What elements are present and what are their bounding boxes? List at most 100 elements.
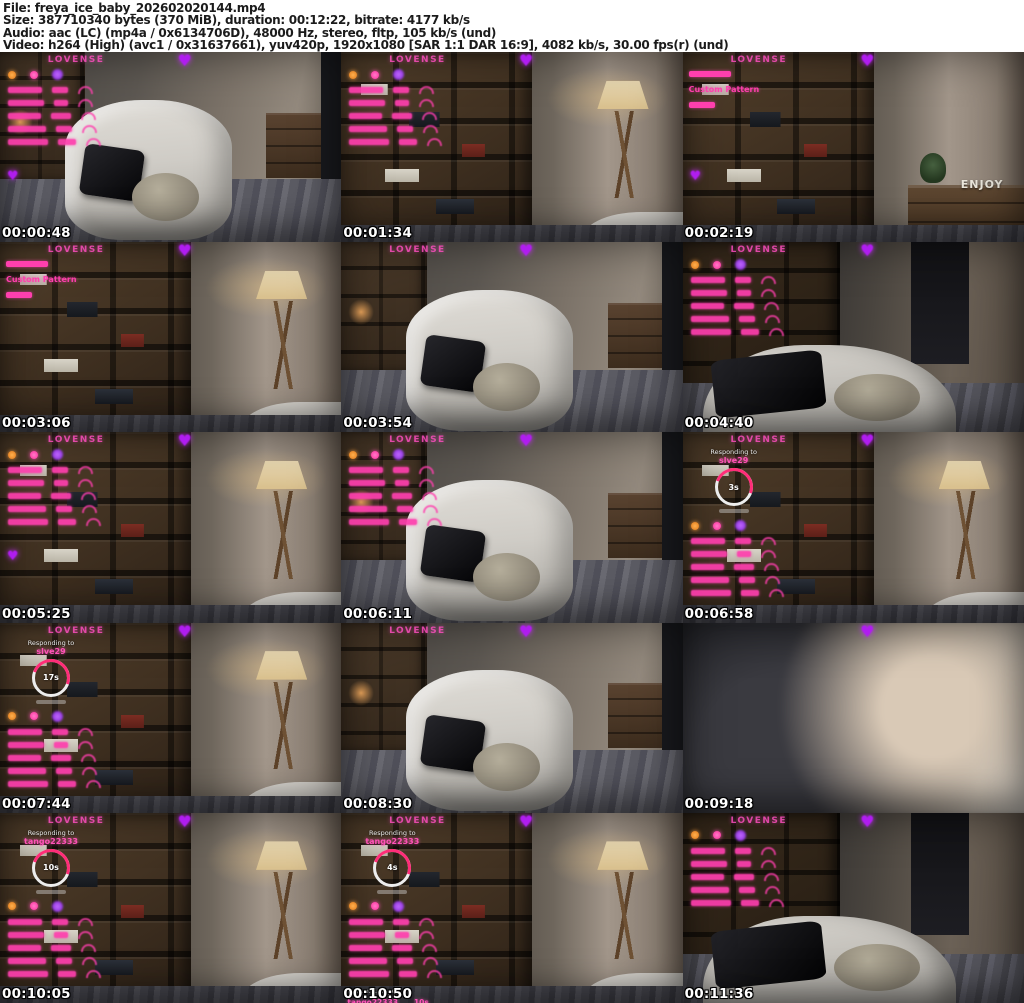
stream-overlay: Responding to tango22333 10s — [4, 828, 161, 978]
video-thumbnail[interactable]: ENJOYLOVENSE♥00:11:36 — [682, 812, 1024, 1003]
tip-menu-row — [690, 589, 844, 598]
tip-level-bar — [8, 944, 41, 951]
orange-dot-icon — [8, 70, 16, 79]
timestamp-label: 00:04:40 — [684, 415, 754, 432]
pink-dot-icon — [30, 902, 38, 911]
tip-level-bar — [8, 970, 48, 977]
orange-dot-icon — [690, 831, 699, 840]
tip-menu-row — [8, 727, 161, 736]
tip-level-bar — [8, 741, 44, 748]
tip-option-bar — [688, 71, 731, 77]
tip-amount-bar — [56, 957, 72, 964]
response-timer: Responding to tango22333 4s — [353, 829, 431, 894]
tip-amount-bar — [52, 728, 68, 735]
tip-menu-row — [690, 550, 844, 559]
stream-overlay: Custom Pattern — [4, 257, 161, 299]
video-thumbnail[interactable]: ENJOYLOVENSE♥00:06:11 — [341, 432, 683, 623]
video-thumbnail[interactable]: ENJOYLOVENSE♥00:08:30 — [341, 622, 683, 813]
tip-amount-bar — [52, 918, 68, 925]
tip-amount-bar — [736, 860, 751, 867]
tip-amount-bar — [733, 873, 754, 880]
vibration-wave-icon — [760, 276, 776, 285]
video-thumbnail[interactable]: ENJOYLOVENSE♥♥00:00:48 — [0, 52, 342, 243]
tip-menu-row — [8, 138, 161, 146]
custom-pattern-label: Custom Pattern — [688, 85, 760, 94]
video-thumbnail[interactable]: ENJOYLOVENSE♥Custom Pattern00:03:06 — [0, 242, 342, 433]
timer-ring-arc — [708, 462, 759, 513]
tip-amount-bar — [395, 931, 410, 938]
stream-overlay: Responding to slve29 3s — [687, 447, 844, 598]
tip-level-bar — [690, 551, 727, 558]
video-thumbnail[interactable]: ENJOYLOVENSE♥00:01:34 — [341, 52, 683, 243]
tip-menu-row — [690, 859, 844, 868]
tip-menu-icons — [690, 259, 844, 271]
orange-dot-icon — [8, 712, 16, 721]
video-thumbnail[interactable]: ENJOYLOVENSE♥Responding totango223334sQu… — [341, 812, 683, 1003]
tip-amount-bar — [56, 126, 72, 132]
lamp-tripod — [262, 301, 304, 389]
timer-caption — [36, 889, 66, 894]
vibration-wave-icon — [78, 727, 93, 736]
tip-amount-bar — [397, 506, 414, 513]
tip-level-bar — [8, 728, 42, 735]
tip-amount-bar — [399, 139, 418, 145]
vibration-wave-icon — [423, 956, 439, 965]
video-thumbnail[interactable]: ENJOYLOVENSE♥Responding toslve293s00:06:… — [682, 432, 1024, 623]
tip-amount-bar — [393, 467, 410, 474]
curtain — [320, 52, 342, 189]
stream-overlay: Custom Pattern — [687, 67, 844, 108]
timestamp-label: 00:10:50 — [343, 985, 413, 1002]
lovense-watermark: LOVENSE — [389, 435, 446, 446]
tip-level-bar — [8, 126, 46, 132]
heart-icon: ♥ — [518, 242, 534, 261]
lamp-tripod — [604, 871, 646, 960]
video-thumbnail[interactable]: ENJOYLOVENSE♥Responding totango2233310s0… — [0, 812, 342, 1003]
stream-overlay: Responding to tango22333 4s Queue: 1 tipper… — [345, 828, 502, 1003]
tip-level-bar — [690, 538, 725, 545]
tip-menu-row — [690, 563, 844, 572]
vibration-wave-icon — [422, 943, 438, 952]
tip-amount-bar — [54, 480, 68, 487]
tip-menu-row — [349, 956, 502, 965]
enjoy-sign: ENJOY — [960, 177, 1004, 191]
tip-level-bar — [690, 316, 729, 323]
tip-options-overlay: Custom Pattern — [688, 71, 844, 108]
vibration-wave-icon — [764, 576, 780, 585]
tip-option-bar — [6, 292, 32, 299]
video-thumbnail[interactable]: ENJOYLOVENSE♥Responding toslve2917s00:07… — [0, 622, 342, 813]
tip-menu-row — [690, 289, 844, 298]
video-thumbnail[interactable]: ENJOYLOVENSE♥♥00:05:25 — [0, 432, 342, 623]
tip-level-bar — [8, 519, 48, 526]
video-thumbnail[interactable]: ENJOYLOVENSE♥00:03:54 — [341, 242, 683, 433]
tip-amount-bar — [51, 493, 71, 500]
tip-amount-bar — [736, 551, 751, 558]
video-thumbnail[interactable]: ENJOY LOVENSE ♥ ♥ Custom Pattern 00:02:19 — [682, 52, 1024, 243]
stream-overlay — [345, 67, 502, 146]
vibration-wave-icon — [422, 112, 438, 120]
vibration-wave-icon — [81, 943, 96, 952]
video-thumbnail[interactable]: ENJOY♥00:09:18 — [682, 622, 1024, 813]
beige-cushion — [473, 743, 540, 792]
tip-amount-bar — [395, 100, 410, 106]
tip-option-bar — [688, 102, 715, 108]
vibration-wave-icon — [419, 479, 435, 488]
tip-menu-row — [8, 969, 161, 978]
tip-menu-row — [8, 99, 161, 107]
lamp-tripod — [604, 110, 646, 199]
tip-menu-row — [690, 846, 844, 855]
stream-overlay — [4, 447, 161, 527]
video-thumbnail[interactable]: ENJOYLOVENSE♥00:04:40 — [682, 242, 1024, 433]
tip-level-bar — [8, 480, 44, 487]
vibration-wave-icon — [78, 917, 93, 926]
tip-menu-icons — [8, 449, 161, 461]
tip-level-bar — [690, 590, 731, 597]
tip-menu-row — [8, 479, 161, 488]
tip-level-bar — [690, 277, 725, 284]
curtain — [911, 812, 970, 935]
beige-cushion — [834, 944, 921, 992]
lamp-glow — [348, 679, 375, 706]
lovense-watermark: LOVENSE — [730, 245, 788, 256]
tip-menu-icons — [349, 69, 502, 80]
tip-menu-row — [349, 917, 502, 926]
tip-amount-bar — [740, 590, 759, 597]
